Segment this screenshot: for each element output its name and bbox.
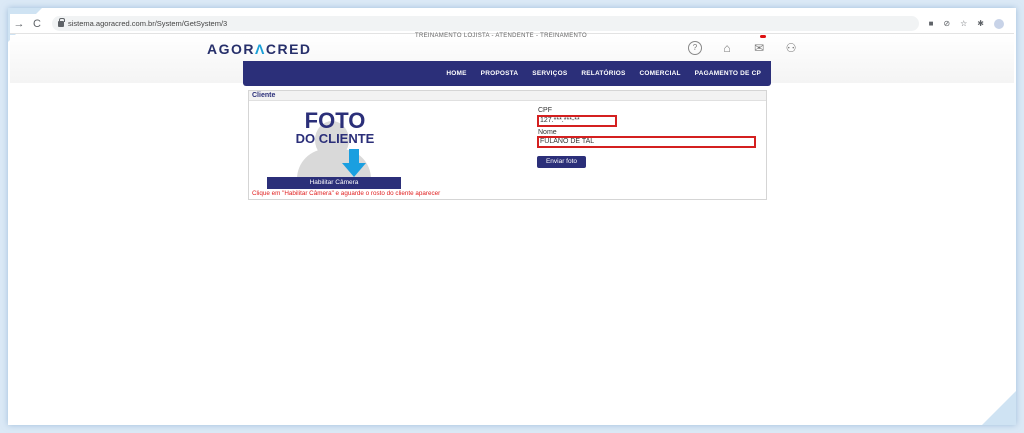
url-text: sistema.agoracred.com.br/System/GetSyste… bbox=[68, 19, 228, 28]
user-icon[interactable]: ⚇ bbox=[784, 41, 798, 55]
extensions-icon[interactable]: ✱ bbox=[977, 19, 984, 28]
star-icon[interactable]: ☆ bbox=[960, 19, 967, 28]
cpf-field[interactable]: 127.***.***-** bbox=[537, 115, 617, 127]
browser-toolbar: → C sistema.agoracred.com.br/System/GetS… bbox=[10, 14, 1014, 34]
agoracred-logo[interactable]: AGORΛCRED bbox=[207, 41, 312, 57]
share-icon[interactable]: ⊘ bbox=[943, 19, 950, 28]
client-photo-placeholder: FOTO DO CLIENTE bbox=[267, 105, 403, 179]
send-photo-button[interactable]: Enviar foto bbox=[537, 156, 586, 168]
photo-title-line2: DO CLIENTE bbox=[295, 131, 375, 146]
nav-pagamento-de-cp[interactable]: PAGAMENTO DE CP bbox=[695, 70, 761, 77]
client-panel: Cliente FOTO DO CLIENTE Habilitar Câmera… bbox=[248, 90, 767, 200]
enable-camera-button[interactable]: Habilitar Câmera bbox=[267, 177, 401, 189]
camera-hint: Clique em "Habilitar Câmera" e aguarde o… bbox=[252, 190, 441, 197]
name-label: Nome bbox=[538, 129, 557, 136]
nav-home[interactable]: HOME bbox=[446, 70, 466, 77]
header-caption: TREINAMENTO LOJISTA - ATENDENTE - TREINA… bbox=[415, 33, 587, 39]
reload-icon[interactable]: C bbox=[28, 18, 46, 30]
lock-icon bbox=[58, 17, 65, 27]
logo-part2: CRED bbox=[265, 41, 312, 57]
profile-icon[interactable] bbox=[994, 18, 1004, 29]
browser-action-icons: ■ ⊘ ☆ ✱ bbox=[929, 18, 1004, 29]
home-icon[interactable]: ⌂ bbox=[720, 41, 734, 55]
arrow-left-icon[interactable]: → bbox=[10, 18, 28, 30]
frame-corner-bottom-right bbox=[982, 391, 1016, 425]
notification-badge bbox=[760, 35, 766, 38]
nav-servicos[interactable]: SERVIÇOS bbox=[532, 70, 567, 77]
address-bar[interactable]: sistema.agoracred.com.br/System/GetSyste… bbox=[52, 16, 919, 31]
nav-relatorios[interactable]: RELATÓRIOS bbox=[581, 70, 625, 77]
nav-comercial[interactable]: COMERCIAL bbox=[640, 70, 681, 77]
panel-title: Cliente bbox=[249, 91, 766, 101]
logo-accent: Λ bbox=[255, 41, 266, 57]
mail-icon[interactable]: ✉ bbox=[752, 41, 766, 55]
logo-part1: AGOR bbox=[207, 41, 255, 57]
nav-proposta[interactable]: PROPOSTA bbox=[481, 70, 519, 77]
name-field[interactable]: FULANO DE TAL bbox=[537, 136, 756, 148]
camera-icon[interactable]: ■ bbox=[929, 19, 934, 28]
help-icon[interactable]: ? bbox=[688, 41, 702, 55]
main-navigation: HOME PROPOSTA SERVIÇOS RELATÓRIOS COMERC… bbox=[243, 61, 771, 86]
arrow-down-head bbox=[342, 163, 366, 177]
cpf-label: CPF bbox=[538, 107, 552, 114]
